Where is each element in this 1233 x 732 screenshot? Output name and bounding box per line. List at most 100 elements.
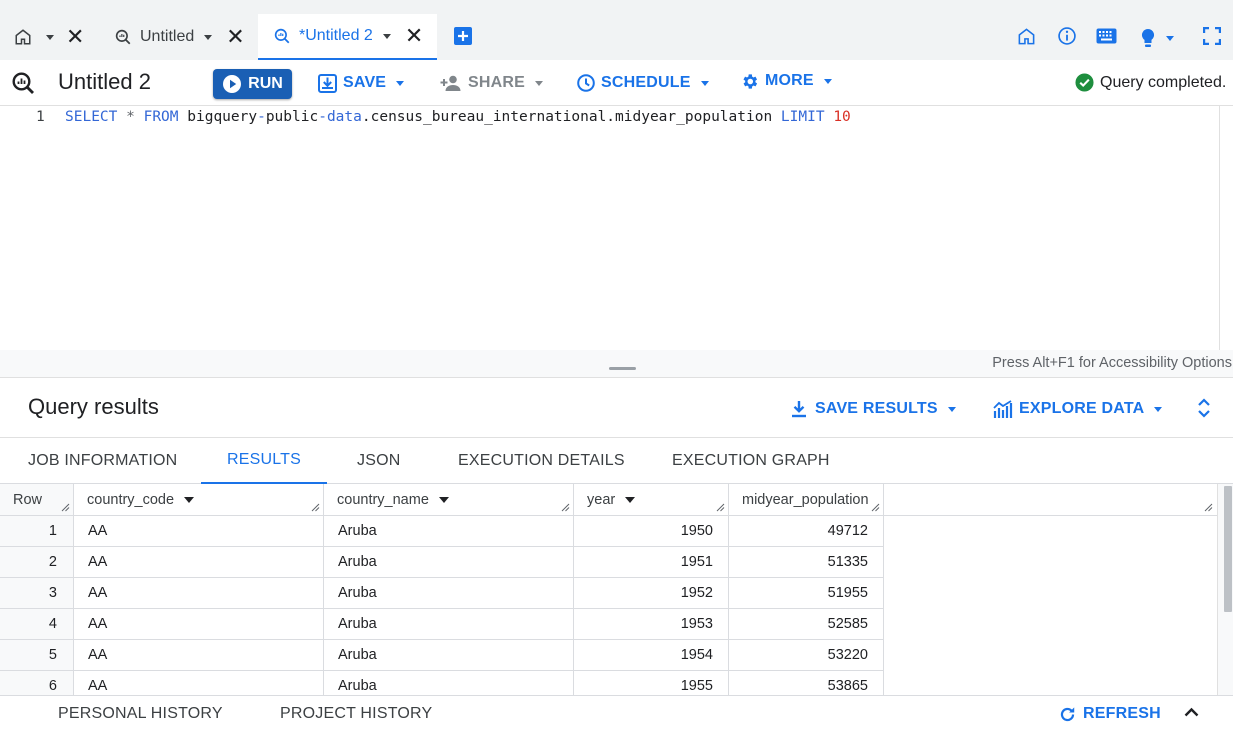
tab-project-history[interactable]: PROJECT HISTORY [280, 696, 432, 732]
query-status: Query completed. [1075, 73, 1226, 92]
sql-editor[interactable]: 1 SELECT * FROM bigquery-public-data.cen… [0, 106, 1233, 378]
check-circle-icon [1075, 73, 1094, 92]
column-header-midyear-population[interactable]: midyear_population [729, 484, 884, 516]
chevron-down-icon[interactable] [46, 34, 54, 40]
country-name-cell[interactable]: Aruba [324, 609, 574, 640]
tab-execution-graph[interactable]: EXECUTION GRAPH [672, 438, 830, 484]
run-button[interactable]: RUN [213, 69, 292, 99]
row-number-cell: 1 [0, 516, 74, 547]
country-name-cell[interactable]: Aruba [324, 578, 574, 609]
column-header-year[interactable]: year [574, 484, 729, 516]
fullscreen-button[interactable] [1203, 27, 1221, 51]
resize-corner-icon[interactable] [716, 503, 725, 512]
midyear-population-cell[interactable]: 49712 [729, 516, 884, 547]
column-label: year [587, 491, 616, 508]
keyboard-shortcuts-button[interactable] [1096, 28, 1117, 52]
resize-handle[interactable] [609, 367, 636, 370]
sort-caret-icon[interactable] [625, 496, 636, 503]
close-tab-icon[interactable]: ✕ [66, 26, 84, 48]
info-button[interactable] [1057, 26, 1077, 50]
refresh-button[interactable]: REFRESH [1058, 702, 1171, 726]
resize-corner-icon[interactable] [871, 503, 880, 512]
year-cell[interactable]: 1950 [574, 516, 729, 547]
tab-results[interactable]: RESULTS [201, 438, 327, 484]
query-icon [273, 27, 291, 45]
results-table: Row country_code country_name year midye… [0, 484, 1217, 695]
chevron-down-icon[interactable] [1166, 35, 1174, 41]
clock-icon [577, 74, 595, 92]
tab-strip: ✕ Untitled ✕ *Untitled 2 ✕ [0, 0, 1233, 60]
country-code-cell[interactable]: AA [74, 547, 324, 578]
country-code-cell[interactable]: AA [74, 578, 324, 609]
country-name-cell[interactable]: Aruba [324, 516, 574, 547]
table-part: .census_bureau_international.midyear_pop… [361, 109, 773, 125]
line-gutter: 1 [0, 106, 64, 350]
country-name-cell[interactable]: Aruba [324, 640, 574, 671]
tab-untitled-2[interactable]: *Untitled 2 ✕ [258, 14, 437, 60]
tab-personal-history[interactable]: PERSONAL HISTORY [58, 696, 223, 732]
share-button[interactable]: SHARE [440, 71, 544, 95]
column-header-country-name[interactable]: country_name [324, 484, 574, 516]
schedule-label: SCHEDULE [601, 74, 691, 91]
schedule-button[interactable]: SCHEDULE [577, 71, 709, 95]
year-cell[interactable]: 1955 [574, 671, 729, 695]
midyear-population-cell[interactable]: 51335 [729, 547, 884, 578]
chevron-down-icon[interactable] [382, 33, 391, 39]
year-cell[interactable]: 1953 [574, 609, 729, 640]
resize-corner-icon[interactable] [61, 503, 70, 512]
resize-corner-icon[interactable] [311, 503, 320, 512]
tab-job-information[interactable]: JOB INFORMATION [28, 438, 177, 484]
country-name-cell[interactable]: Aruba [324, 547, 574, 578]
country-code-cell[interactable]: AA [74, 640, 324, 671]
tab-untitled[interactable]: Untitled ✕ [114, 14, 245, 60]
chevron-down-icon[interactable] [204, 34, 213, 40]
status-text: Query completed. [1100, 73, 1227, 91]
new-tab-button[interactable] [454, 27, 472, 45]
line-number: 1 [36, 109, 45, 125]
fullscreen-icon [1203, 27, 1221, 45]
column-header-country-code[interactable]: country_code [74, 484, 324, 516]
country-name-cell[interactable]: Aruba [324, 671, 574, 695]
resize-corner-icon[interactable] [561, 503, 570, 512]
country-code-cell[interactable]: AA [74, 609, 324, 640]
home-button[interactable] [1017, 27, 1036, 51]
keyword-from: FROM [143, 109, 179, 125]
save-icon [318, 73, 337, 93]
explore-data-button[interactable]: EXPLORE DATA [993, 397, 1163, 421]
midyear-population-cell[interactable]: 52585 [729, 609, 884, 640]
year-cell[interactable]: 1952 [574, 578, 729, 609]
close-tab-icon[interactable]: ✕ [405, 25, 423, 47]
year-cell[interactable]: 1951 [574, 547, 729, 578]
chevron-down-icon [1154, 406, 1163, 412]
table-part: data [326, 109, 362, 125]
run-label: RUN [248, 75, 283, 92]
tab-home[interactable]: ✕ [14, 14, 84, 60]
resize-corner-icon[interactable] [1204, 503, 1213, 512]
column-label: Row [13, 491, 43, 508]
chevron-down-icon [947, 406, 956, 412]
midyear-population-cell[interactable]: 51955 [729, 578, 884, 609]
close-tab-icon[interactable]: ✕ [226, 26, 244, 48]
save-results-button[interactable]: SAVE RESULTS [791, 397, 956, 421]
save-button[interactable]: SAVE [318, 71, 405, 95]
home-icon [14, 28, 32, 46]
results-scrollbar[interactable] [1217, 484, 1233, 695]
year-cell[interactable]: 1954 [574, 640, 729, 671]
tab-json[interactable]: JSON [357, 438, 400, 484]
scrollbar-thumb[interactable] [1224, 486, 1232, 612]
collapse-history-button[interactable] [1184, 707, 1199, 717]
insights-icon [993, 400, 1013, 418]
sort-caret-icon[interactable] [438, 496, 449, 503]
tab-execution-details[interactable]: EXECUTION DETAILS [458, 438, 625, 484]
country-code-cell[interactable]: AA [74, 671, 324, 695]
tips-button[interactable] [1140, 26, 1174, 50]
more-button[interactable]: MORE [740, 69, 832, 93]
midyear-population-cell[interactable]: 53865 [729, 671, 884, 695]
midyear-population-cell[interactable]: 53220 [729, 640, 884, 671]
table-part: public [265, 109, 319, 125]
expand-collapse-button[interactable] [1197, 397, 1211, 419]
sort-caret-icon[interactable] [184, 496, 195, 503]
column-header-filler [884, 484, 1217, 516]
code-area[interactable]: SELECT * FROM bigquery-public-data.censu… [64, 106, 1219, 350]
country-code-cell[interactable]: AA [74, 516, 324, 547]
